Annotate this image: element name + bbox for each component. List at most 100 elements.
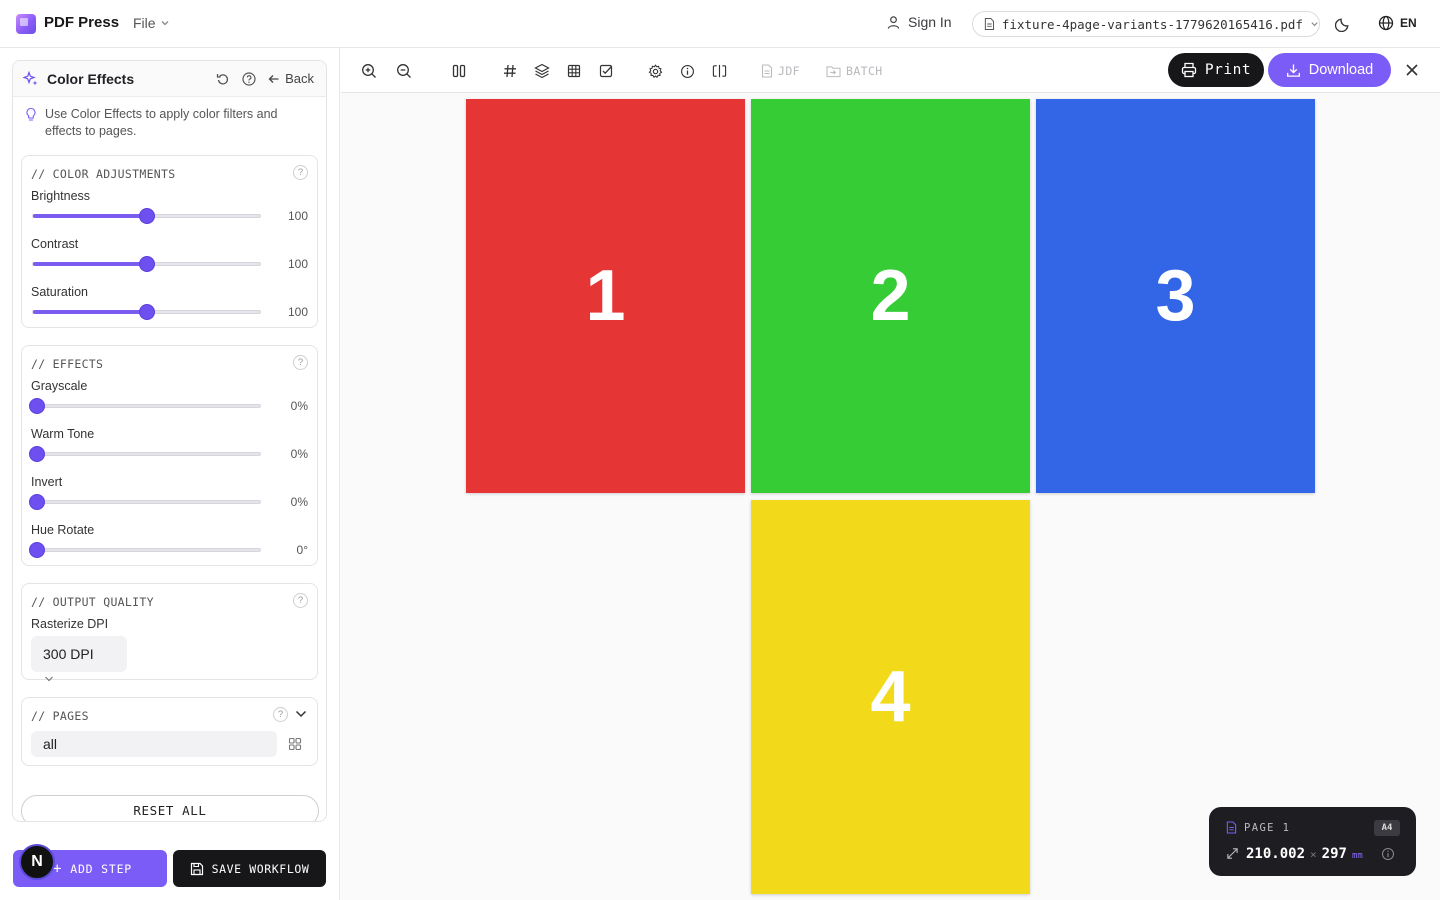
slider-thumb[interactable] — [30, 399, 44, 413]
language-selector[interactable]: EN — [1378, 15, 1417, 31]
file-icon — [984, 18, 995, 30]
sidebar: Color Effects Back Use Color Effects to … — [0, 48, 340, 900]
slider-track[interactable] — [30, 495, 261, 509]
grid-icon[interactable] — [288, 737, 302, 751]
table-button[interactable] — [565, 62, 583, 80]
app-title[interactable]: PDF Press — [44, 14, 119, 31]
hash-icon — [504, 64, 516, 78]
slider-fill — [33, 262, 147, 266]
info-button[interactable] — [678, 62, 696, 80]
language-label: EN — [1400, 16, 1417, 30]
file-menu[interactable]: File — [133, 15, 170, 31]
app-logo[interactable] — [16, 14, 36, 34]
slider-fill — [33, 214, 147, 218]
help-icon[interactable]: ? — [293, 593, 308, 608]
batch-button[interactable]: BATCH — [826, 64, 883, 78]
page-dimensions: 210.002 × 297 mm — [1246, 846, 1363, 862]
section-title: // PAGES — [31, 709, 89, 723]
arrow-left-icon — [268, 74, 279, 83]
slider-value: 100 — [287, 257, 308, 271]
save-workflow-button[interactable]: SAVE WORKFLOW — [173, 850, 326, 887]
layers-button[interactable] — [533, 62, 551, 80]
columns-icon — [452, 64, 466, 78]
back-button[interactable]: Back — [268, 71, 314, 86]
reset-all-button[interactable]: RESET ALL — [21, 795, 319, 821]
print-button[interactable]: Print — [1168, 53, 1264, 87]
slider-label: Saturation — [31, 285, 88, 299]
chevron-down-icon[interactable] — [44, 675, 54, 683]
output-quality-section: // OUTPUT QUALITY ? Rasterize DPI 300 DP… — [21, 583, 318, 683]
slider-label: Contrast — [31, 237, 79, 251]
download-icon — [1286, 63, 1300, 77]
tool-title: Color Effects — [47, 70, 135, 87]
zoom-out-button[interactable] — [395, 62, 413, 80]
slider-value: 0% — [290, 495, 308, 509]
help-icon[interactable]: ? — [293, 355, 308, 370]
slider-thumb[interactable] — [139, 209, 154, 223]
file-menu-label: File — [133, 15, 156, 31]
page-thumbnail-4[interactable]: 4 — [751, 500, 1030, 894]
effects-section: // EFFECTS ? Grayscale 0% Warm Tone 0% Inver… — [21, 345, 318, 566]
top-bar: PDF Press File Sign In fixture-4page-var… — [0, 0, 1440, 48]
avatar-badge[interactable]: N — [19, 844, 55, 880]
batch-label: BATCH — [846, 64, 883, 78]
slider-track[interactable] — [30, 447, 261, 461]
jdf-button[interactable]: JDF — [761, 64, 800, 78]
slider-track[interactable] — [30, 399, 261, 413]
help-icon[interactable]: ? — [293, 165, 308, 180]
slider-track[interactable] — [32, 305, 261, 319]
file-icon — [1226, 821, 1237, 834]
close-icon — [1406, 64, 1418, 76]
page-thumbnail-3[interactable]: 3 — [1036, 99, 1315, 493]
columns-button[interactable] — [450, 62, 468, 80]
help-icon[interactable]: ? — [273, 707, 288, 722]
slider-label: Invert — [31, 475, 63, 489]
slider-track[interactable] — [30, 543, 261, 557]
sign-in-button[interactable]: Sign In — [886, 14, 952, 30]
settings-button[interactable] — [646, 62, 664, 80]
slider-track[interactable] — [32, 257, 261, 271]
page-number: 3 — [1155, 256, 1196, 336]
info-icon[interactable] — [1381, 847, 1395, 861]
slider-thumb[interactable] — [139, 305, 154, 319]
pages-input[interactable]: all — [31, 731, 277, 757]
checkbox-button[interactable] — [597, 62, 615, 80]
file-selector[interactable]: fixture-4page-variants-1779620165416.pdf — [972, 11, 1320, 37]
page-width: 210.002 — [1246, 846, 1306, 862]
chevron-down-icon[interactable] — [295, 709, 307, 719]
dpi-select[interactable]: 300 DPI — [31, 636, 127, 672]
sparkles-icon — [23, 70, 38, 85]
theme-toggle[interactable] — [1334, 15, 1352, 37]
slider-thumb[interactable] — [30, 447, 44, 461]
slider-thumb[interactable] — [139, 257, 154, 271]
zoom-in-button[interactable] — [360, 62, 378, 80]
info-icon — [680, 64, 694, 78]
slider-value: 100 — [287, 305, 308, 319]
slider-fill — [33, 310, 147, 314]
viewer-toolbar: JDF BATCH Print Download — [341, 48, 1440, 93]
download-button[interactable]: Download — [1268, 53, 1391, 87]
chevron-down-icon — [1311, 22, 1318, 27]
slider-value: 0% — [290, 399, 308, 413]
slider-value: 0° — [296, 543, 308, 557]
undo-icon[interactable] — [216, 72, 230, 86]
close-button[interactable] — [1403, 61, 1421, 84]
compare-button[interactable] — [710, 62, 728, 80]
slider-track[interactable] — [32, 209, 261, 223]
page-thumbnail-2[interactable]: 2 — [751, 99, 1030, 493]
slider-thumb[interactable] — [30, 495, 44, 509]
compare-icon — [712, 64, 726, 78]
slider-label: Hue Rotate — [31, 523, 95, 537]
slider-value: 100 — [287, 209, 308, 223]
zoom-in-icon — [362, 64, 376, 78]
download-label: Download — [1308, 62, 1374, 78]
printer-icon — [1181, 62, 1197, 78]
page-label: PAGE 1 — [1244, 822, 1291, 834]
back-label: Back — [285, 71, 314, 86]
slider-thumb[interactable] — [30, 543, 44, 557]
section-title: // COLOR ADJUSTMENTS — [31, 167, 176, 181]
page-numbers-button[interactable] — [501, 62, 519, 80]
help-icon[interactable] — [242, 71, 256, 86]
page-thumbnail-1[interactable]: 1 — [466, 99, 745, 493]
chevron-down-icon — [161, 21, 169, 26]
